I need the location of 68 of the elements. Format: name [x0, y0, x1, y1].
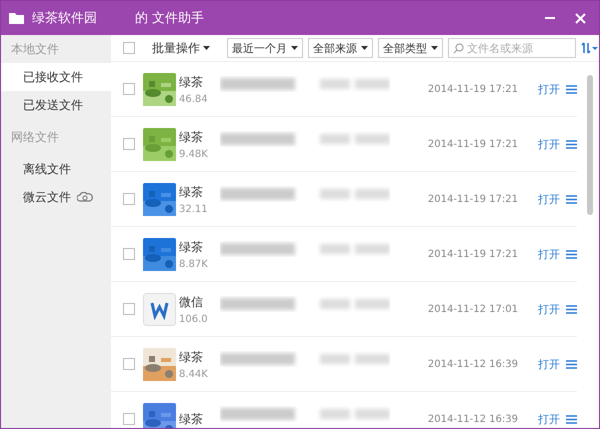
sidebar-item[interactable]: 已接收文件 — [1, 63, 111, 91]
file-date: 2014-11-19 17:21 — [428, 138, 518, 150]
open-link[interactable]: 打开 — [538, 246, 560, 262]
sort-button[interactable] — [581, 42, 599, 54]
sidebar-item[interactable]: 已发送文件 — [1, 91, 111, 119]
sidebar-item[interactable]: 离线文件 — [1, 155, 111, 183]
close-icon — [574, 12, 586, 24]
file-size: 9.48K — [179, 148, 209, 160]
file-size: 8.44K — [179, 368, 209, 380]
file-date: 2014-11-12 16:39 — [428, 358, 518, 370]
menu-icon[interactable] — [566, 84, 577, 94]
minimize-icon — [545, 17, 555, 19]
checkbox[interactable] — [123, 248, 135, 260]
file-date: 2014-11-19 17:21 — [428, 248, 518, 260]
file-name: 微信 — [179, 294, 204, 310]
sort-icon — [581, 42, 599, 54]
folder-icon — [9, 12, 24, 24]
file-name: 绿茶 — [179, 410, 204, 428]
section-title: 本地文件 — [10, 40, 60, 58]
menu-icon[interactable] — [566, 140, 577, 148]
file-size: 8.87K — [179, 258, 209, 270]
window-title: 绿茶软件园 — [32, 10, 97, 27]
window-title: 的 文件助手 — [135, 10, 204, 27]
open-link[interactable]: 打开 — [538, 82, 560, 96]
scrollbar[interactable] — [587, 75, 593, 215]
menu-icon[interactable] — [566, 194, 577, 204]
file-name: 绿茶 — [179, 184, 204, 200]
caret-icon — [203, 46, 210, 50]
open-link[interactable]: 打开 — [538, 356, 560, 372]
file-name: 绿茶 — [179, 238, 204, 256]
file-size: 46.84 — [179, 94, 209, 104]
open-link[interactable]: 打开 — [538, 412, 560, 426]
checkbox[interactable] — [123, 138, 135, 150]
filter-dropdown[interactable]: 最近一个月 — [227, 38, 303, 58]
open-link[interactable]: 打开 — [538, 192, 560, 206]
checkbox[interactable] — [123, 358, 135, 370]
file-date: 2014-11-12 16:39 — [428, 414, 518, 424]
caret-icon — [431, 46, 438, 50]
checkbox[interactable] — [123, 42, 135, 54]
menu-icon[interactable] — [566, 304, 577, 314]
caret-icon — [361, 46, 368, 50]
file-name: 绿茶 — [179, 348, 204, 366]
checkbox[interactable] — [123, 193, 135, 205]
sidebar-item[interactable]: 微云文件 — [1, 183, 111, 211]
checkbox[interactable] — [123, 83, 135, 95]
filter-dropdown[interactable]: 全部来源 — [308, 38, 373, 58]
file-size: 106.0 — [179, 314, 209, 324]
section-title: 网络文件 — [10, 128, 60, 146]
caret-icon — [291, 46, 298, 50]
file-name: 绿茶 — [179, 128, 204, 146]
checkbox[interactable] — [123, 413, 135, 425]
menu-icon[interactable] — [566, 360, 577, 368]
file-date: 2014-11-19 17:21 — [428, 194, 518, 204]
document-icon — [143, 292, 176, 326]
menu-icon[interactable] — [566, 414, 577, 424]
file-name: 绿茶 — [179, 74, 204, 90]
checkbox[interactable] — [123, 303, 135, 315]
file-size: 32.11 — [179, 204, 209, 214]
open-link[interactable]: 打开 — [538, 302, 560, 316]
cloud-icon — [77, 192, 93, 202]
menu-icon[interactable] — [566, 250, 577, 258]
search-field[interactable]: 文件名或来源 — [448, 38, 576, 58]
file-date: 2014-11-19 17:21 — [428, 84, 518, 94]
search-icon — [453, 43, 464, 54]
open-link[interactable]: 打开 — [538, 136, 560, 152]
batch-dropdown[interactable]: 批量操作 — [152, 40, 210, 56]
file-date: 2014-11-12 17:01 — [428, 304, 518, 314]
filter-dropdown[interactable]: 全部类型 — [378, 38, 443, 58]
